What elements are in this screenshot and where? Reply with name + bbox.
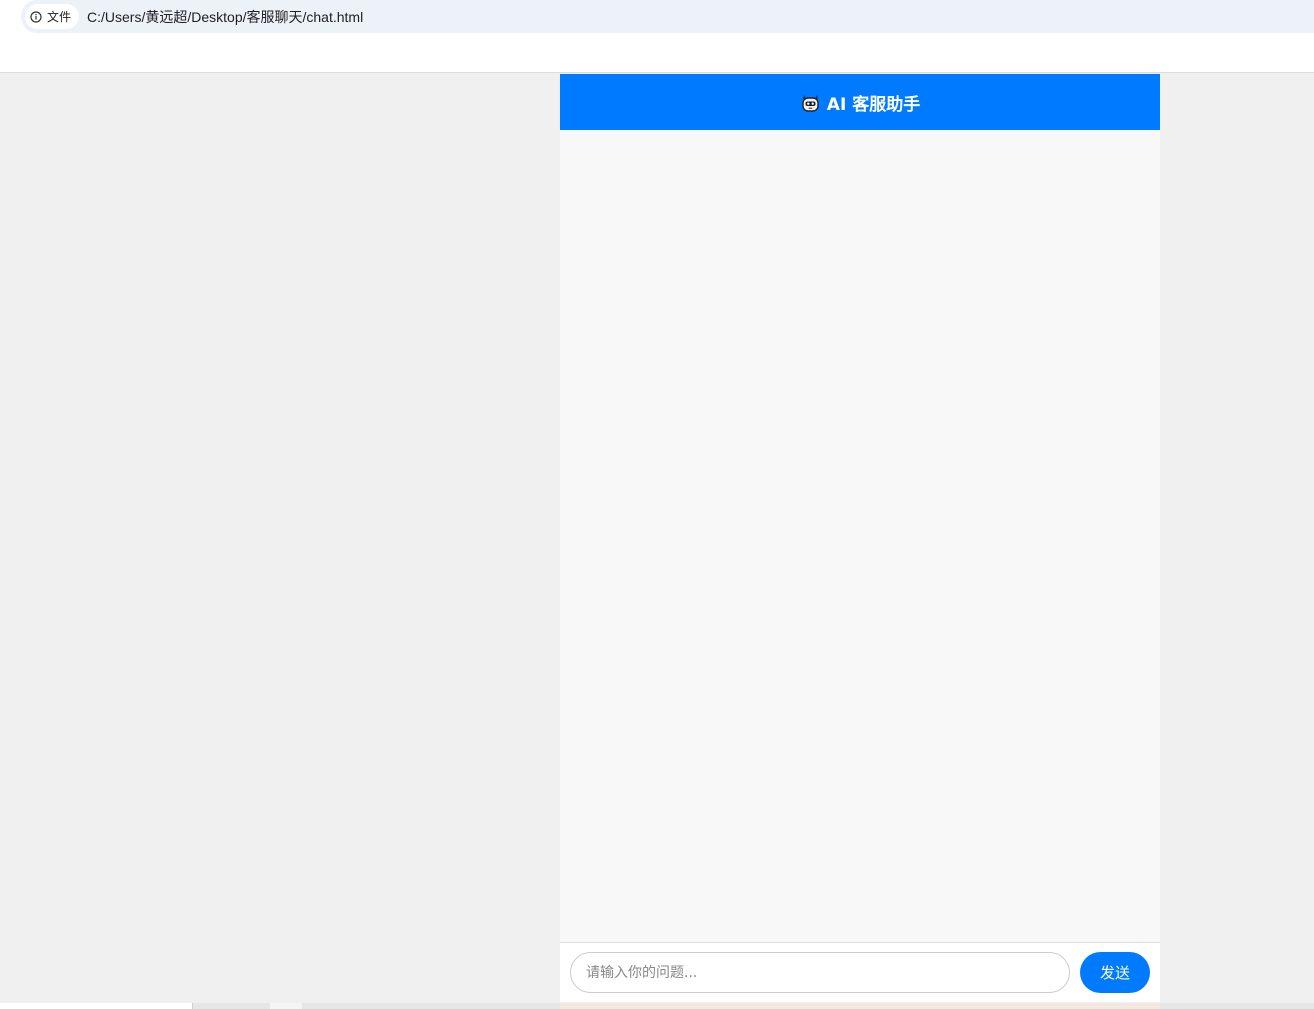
message-list[interactable] [560, 130, 1160, 942]
page-content: AI 客服助手 发送 [0, 73, 1314, 1009]
chat-input-bar: 发送 [560, 942, 1160, 1002]
url-text[interactable]: C:/Users/黄远超/Desktop/客服聊天/chat.html [87, 7, 363, 27]
address-bar[interactable]: 文件 C:/Users/黄远超/Desktop/客服聊天/chat.html [21, 0, 1314, 33]
taskbar-segment [0, 1003, 193, 1009]
chat-container: AI 客服助手 发送 [560, 74, 1160, 1002]
taskbar-strip [0, 1003, 1314, 1009]
info-icon [30, 10, 42, 23]
browser-toolbar: 文件 C:/Users/黄远超/Desktop/客服聊天/chat.html [0, 0, 1314, 73]
chat-title: AI 客服助手 [826, 94, 921, 115]
robot-face-icon [802, 94, 819, 112]
taskbar-segment [560, 1003, 1160, 1009]
site-info-chip[interactable]: 文件 [25, 4, 80, 29]
site-chip-label: 文件 [47, 10, 72, 24]
taskbar-segment [270, 1003, 302, 1009]
chat-header: AI 客服助手 [560, 74, 1160, 130]
question-input[interactable] [570, 952, 1070, 993]
send-button[interactable]: 发送 [1080, 952, 1150, 993]
